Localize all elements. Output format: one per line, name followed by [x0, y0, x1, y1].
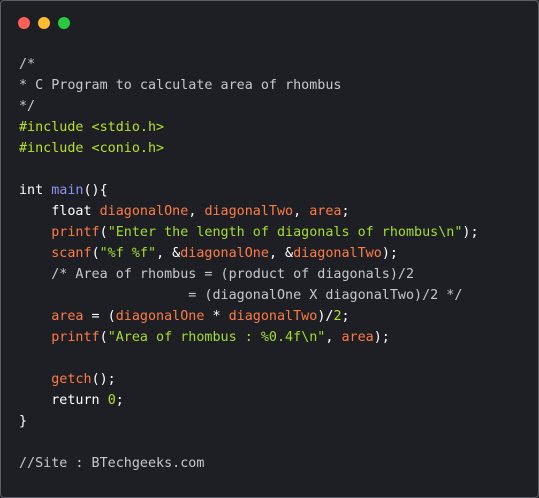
code-line: float diagonalOne, diagonalTwo, area;: [19, 201, 479, 222]
code-token: );: [381, 246, 398, 261]
code-token: )/: [317, 309, 334, 324]
code-line: scanf("%f %f", &diagonalOne, &diagonalTw…: [19, 243, 479, 264]
code-token: 2: [333, 309, 342, 324]
code-token: (: [91, 246, 100, 261]
code-token: main: [51, 183, 84, 198]
code-line: */: [19, 96, 479, 117]
code-line: int main(){: [19, 180, 479, 201]
code-line: return 0;: [19, 390, 479, 411]
code-line: /* Area of rhombus = (product of diagona…: [19, 264, 479, 285]
code-token: float: [19, 204, 100, 219]
code-token: printf: [51, 225, 100, 240]
code-token: ();: [91, 372, 116, 387]
code-token: * C Program to calculate area of rhombus: [19, 78, 342, 93]
code-token: ;: [341, 204, 350, 219]
code-line: area = (diagonalOne * diagonalTwo)/2;: [19, 306, 479, 327]
minimize-window-icon[interactable]: [38, 17, 50, 29]
code-token: , &: [268, 246, 294, 261]
maximize-window-icon[interactable]: [58, 17, 70, 29]
window-titlebar: [1, 1, 538, 45]
code-token: }: [19, 414, 28, 429]
code-token: diagonalOne: [115, 309, 205, 324]
close-window-icon[interactable]: [18, 17, 30, 29]
code-token: diagonalTwo: [204, 204, 294, 219]
code-line: #include <conio.h>: [19, 138, 479, 159]
code-token: 0: [107, 393, 116, 408]
code-token: ;: [115, 393, 124, 408]
code-window: /* * C Program to calculate area of rhomb…: [0, 0, 539, 498]
code-token: scanf: [51, 246, 92, 261]
code-token: "Area of rhombus : %0.4f\n": [107, 330, 326, 345]
code-token: "%f %f": [99, 246, 157, 261]
code-token: *: [204, 309, 229, 324]
code-line: }: [19, 411, 479, 432]
code-line: ​: [19, 348, 479, 369]
code-token: int: [19, 183, 52, 198]
code-token: (: [99, 330, 108, 345]
code-block: /* * C Program to calculate area of rhomb…: [19, 54, 479, 474]
code-line: printf("Enter the length of diagonals of…: [19, 222, 479, 243]
code-token: ;: [341, 309, 350, 324]
code-token: ,: [293, 204, 310, 219]
code-line: getch();: [19, 369, 479, 390]
code-token: getch: [51, 372, 92, 387]
code-token: diagonalOne: [99, 204, 189, 219]
code-token: */: [19, 99, 36, 114]
code-line: ​: [19, 159, 479, 180]
code-token: area: [341, 330, 374, 345]
code-line: #include <stdio.h>: [19, 117, 479, 138]
code-token: );: [462, 225, 479, 240]
code-token: area: [309, 204, 342, 219]
code-token: ,: [188, 204, 205, 219]
code-line: = (diagonalOne X diagonalTwo)/2 */: [19, 285, 479, 306]
code-line: printf("Area of rhombus : %0.4f\n", area…: [19, 327, 479, 348]
code-token: /*: [19, 57, 36, 72]
code-line: /*: [19, 54, 479, 75]
code-token: //Site : BTechgeeks.com: [19, 456, 205, 471]
code-token: (){: [83, 183, 108, 198]
code-line: ​: [19, 432, 479, 453]
code-token: );: [373, 330, 390, 345]
code-token: area: [51, 309, 84, 324]
code-token: /* Area of rhombus = (product of diagona…: [19, 267, 415, 282]
code-token: , &: [156, 246, 181, 261]
code-line: //Site : BTechgeeks.com: [19, 453, 479, 474]
code-token: return: [19, 393, 108, 408]
code-token: = (: [83, 309, 116, 324]
code-token: = (diagonalOne X diagonalTwo)/2 */: [19, 288, 463, 303]
code-token: diagonalTwo: [228, 309, 318, 324]
code-token: diagonalTwo: [293, 246, 382, 261]
code-line: * C Program to calculate area of rhombus: [19, 75, 479, 96]
code-token: (: [99, 225, 108, 240]
code-token: #include <conio.h>: [19, 141, 165, 156]
code-token: #include <stdio.h>: [19, 120, 165, 135]
code-token: diagonalOne: [180, 246, 269, 261]
code-token: "Enter the length of diagonals of rhombu…: [107, 225, 463, 240]
code-token: printf: [51, 330, 100, 345]
code-token: ,: [325, 330, 342, 345]
